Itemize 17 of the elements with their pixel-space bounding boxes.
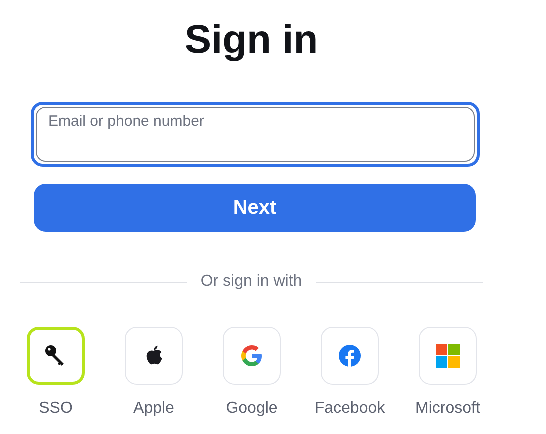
provider-label: Facebook <box>314 399 386 419</box>
next-button[interactable]: Next <box>34 184 476 232</box>
provider-button[interactable]: Microsoft <box>416 327 480 421</box>
provider-button[interactable]: Apple <box>125 327 183 421</box>
provider-label: Microsoft <box>416 399 480 419</box>
provider-label: SSO <box>39 399 73 419</box>
page-title: Sign in <box>184 17 318 64</box>
facebook-icon <box>338 344 362 368</box>
divider-label: Or sign in with <box>200 272 302 292</box>
provider-button[interactable]: Google <box>223 327 281 421</box>
google-icon <box>240 344 264 368</box>
provider-label: Google <box>226 399 278 419</box>
provider-label: Apple <box>134 399 174 419</box>
provider-button[interactable]: Facebook <box>314 327 386 421</box>
email-field[interactable]: Email or phone number <box>30 102 480 167</box>
microsoft-icon <box>436 344 460 368</box>
provider-button[interactable]: SSO <box>27 327 85 421</box>
